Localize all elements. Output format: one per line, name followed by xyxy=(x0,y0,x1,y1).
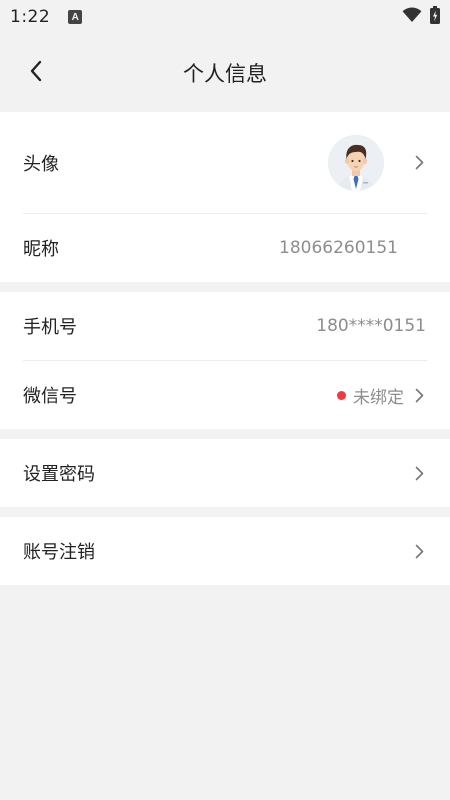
profile-section: 头像 昵称 18066260151 xyxy=(0,112,450,282)
chevron-right-icon xyxy=(412,542,426,560)
wechat-row[interactable]: 微信号 未绑定 xyxy=(0,361,450,429)
phone-value: 180****0151 xyxy=(316,316,426,336)
battery-icon xyxy=(430,6,440,28)
password-section: 设置密码 xyxy=(0,439,450,507)
cancel-account-label: 账号注销 xyxy=(23,542,95,563)
phone-row[interactable]: 手机号 180****0151 xyxy=(0,292,450,360)
app-header: 个人信息 xyxy=(0,34,450,112)
back-button[interactable] xyxy=(22,56,50,90)
set-password-row[interactable]: 设置密码 xyxy=(0,439,450,507)
wechat-status-value: 未绑定 xyxy=(353,387,404,408)
phone-label: 手机号 xyxy=(23,317,77,338)
nickname-row[interactable]: 昵称 18066260151 xyxy=(0,214,450,282)
set-password-label: 设置密码 xyxy=(23,464,95,485)
status-bar: 1:22 A xyxy=(0,0,450,34)
unbound-status-dot xyxy=(337,390,346,400)
chevron-right-icon xyxy=(412,154,426,172)
cancel-account-row[interactable]: 账号注销 xyxy=(0,517,450,585)
wechat-label: 微信号 xyxy=(23,386,77,407)
avatar-row[interactable]: 头像 xyxy=(0,112,450,213)
nickname-label: 昵称 xyxy=(23,239,59,260)
chevron-right-icon xyxy=(412,464,426,482)
account-cancel-section: 账号注销 xyxy=(0,517,450,585)
nickname-value: 18066260151 xyxy=(279,238,398,258)
notification-app-icon: A xyxy=(68,10,83,24)
wifi-icon xyxy=(402,7,422,27)
avatar[interactable] xyxy=(328,134,384,191)
status-time: 1:22 xyxy=(10,7,51,27)
chevron-right-icon xyxy=(412,386,426,404)
chevron-left-icon xyxy=(29,60,43,86)
page-title: 个人信息 xyxy=(183,62,267,86)
avatar-label: 头像 xyxy=(23,153,59,175)
account-binding-section: 手机号 180****0151 微信号 未绑定 xyxy=(0,292,450,429)
